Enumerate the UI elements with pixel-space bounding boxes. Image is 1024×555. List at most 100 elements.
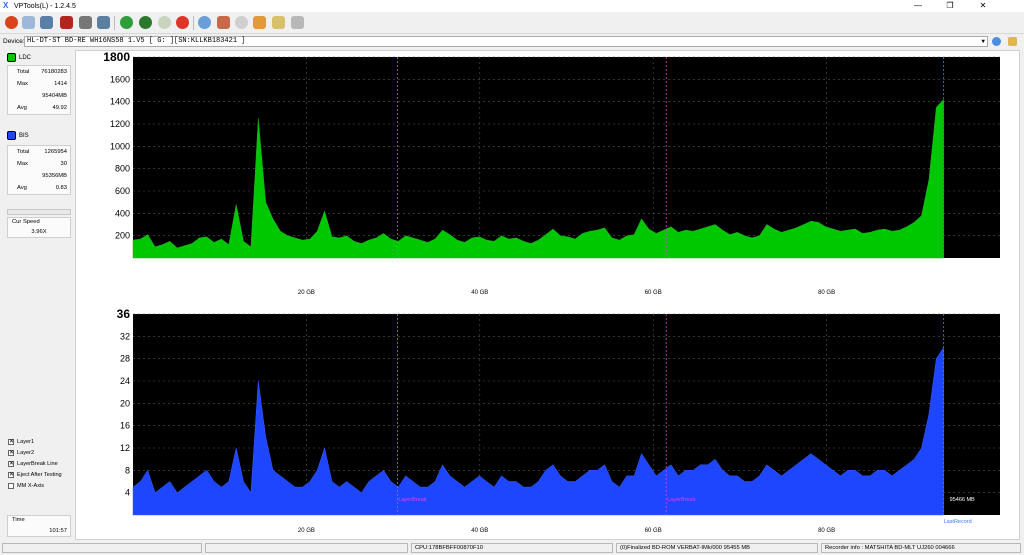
sidebar: LDC Total 76180283 Max 1414 95404MB Avg 49.…	[3, 50, 71, 540]
option-label: MM X-Axis	[17, 483, 45, 489]
x-tick-label: 20 GB	[298, 290, 315, 296]
option-layer2[interactable]: ✕ Layer2	[8, 450, 34, 456]
go-icon[interactable]	[992, 37, 1001, 46]
ldc-size: 95404MB	[42, 93, 67, 99]
bis-stats: Total 1265954 Max 30 95356MB Avg 0.83	[7, 145, 71, 195]
bis-swatch	[7, 131, 16, 140]
ldc-max: 1414	[54, 81, 67, 87]
checkbox[interactable]: ✕	[8, 472, 14, 478]
disc-stack-icon[interactable]	[97, 16, 110, 29]
status-bar: CPU:178BFBFF00870F10 (0)Finalized BD-ROM…	[0, 541, 1024, 555]
y-tick-label: 1200	[110, 119, 130, 129]
close-button[interactable]: ✕	[968, 0, 998, 12]
bis-legend: BIS	[7, 131, 29, 140]
bis-label: BIS	[19, 132, 29, 139]
y-tick-label: 32	[120, 331, 130, 341]
time-box: Time 101:57	[7, 515, 71, 537]
y-tick-label: 1000	[110, 141, 130, 151]
option-label: Layer1	[17, 439, 35, 445]
stat-key: Total	[17, 149, 30, 155]
status-cell-empty	[2, 543, 202, 553]
y-tick-label: 4	[125, 488, 130, 498]
ldc-swatch	[7, 53, 16, 62]
progress-bar	[7, 209, 71, 215]
x-tick-label: 40 GB	[471, 290, 488, 296]
lastrecord-label: LastRecord	[944, 519, 972, 525]
device-value: HL-DT-ST BD-RE WH16NS58 1.V5 [ G: ][SN:K…	[27, 37, 246, 45]
power-icon[interactable]	[5, 16, 18, 29]
export-icon[interactable]	[253, 16, 266, 29]
start-test-icon[interactable]	[139, 16, 152, 29]
y-tick-label: 20	[120, 398, 130, 408]
stat-key: Total	[17, 69, 30, 75]
y-tick-label: 1800	[103, 51, 130, 64]
ldc-legend: LDC	[7, 53, 31, 62]
lock-icon[interactable]	[1008, 37, 1017, 46]
option-layerbreak-line[interactable]: ✕ LayerBreak Line	[8, 461, 58, 467]
device-select[interactable]: HL-DT-ST BD-RE WH16NS58 1.V5 [ G: ][SN:K…	[24, 36, 988, 47]
device-bar: Device: HL-DT-ST BD-RE WH16NS58 1.V5 [ G…	[0, 35, 1024, 48]
speed-label: Cur Speed	[12, 219, 40, 225]
eject-icon[interactable]	[158, 16, 171, 29]
speed-box: Cur Speed 3.96X	[7, 217, 71, 238]
title-bar: X VPTools(L) - 1.2.4.5 — ❐ ✕	[0, 0, 1024, 12]
printer-icon[interactable]	[291, 16, 304, 29]
y-tick-label: 36	[117, 307, 131, 321]
option-mm-x-axis[interactable]: MM X-Axis	[8, 483, 44, 489]
toolbar-separator	[193, 16, 194, 30]
ldc-label: LDC	[19, 54, 32, 61]
x-tick-label: 80 GB	[818, 528, 835, 534]
scan-icon[interactable]	[22, 16, 35, 29]
checkbox[interactable]: ✕	[8, 461, 14, 467]
y-tick-label: 600	[115, 186, 130, 196]
x-tick-label: 40 GB	[471, 528, 488, 534]
y-tick-label: 1600	[110, 74, 130, 84]
bis-total: 1265954	[44, 149, 67, 155]
x-tick-label: 60 GB	[645, 290, 662, 296]
y-tick-label: 16	[120, 421, 130, 431]
print-icon[interactable]	[235, 16, 248, 29]
chart-panel: 200 400 600 800 1000 1200 1400 1600 1800 20 GB 40 …	[75, 50, 1020, 540]
x-tick-label: 60 GB	[645, 528, 662, 534]
layerbreak-label: LayerBreak	[398, 497, 426, 503]
option-eject-after-testing[interactable]: ✕ Eject After Testing	[8, 472, 62, 478]
y-tick-label: 1400	[110, 97, 130, 107]
ldc-stats: Total 76180283 Max 1414 95404MB Avg 49.92	[7, 65, 71, 115]
refresh-icon[interactable]	[120, 16, 133, 29]
disc-drive-icon[interactable]	[79, 16, 92, 29]
stat-key: Avg	[17, 185, 27, 191]
x-tick-label: 80 GB	[818, 290, 835, 296]
app-logo-icon: X	[3, 1, 9, 10]
stat-key: Avg	[17, 105, 27, 111]
checkbox[interactable]	[8, 483, 14, 489]
checkbox[interactable]: ✕	[8, 450, 14, 456]
stop-icon[interactable]	[176, 16, 189, 29]
bis-size: 95356MB	[42, 173, 67, 179]
minimize-button[interactable]: —	[903, 0, 933, 12]
ldc-total: 76180283	[41, 69, 67, 75]
ldc-avg: 49.92	[52, 105, 67, 111]
option-label: Eject After Testing	[17, 472, 62, 478]
option-label: Layer2	[17, 450, 35, 456]
layerbreak-label: LayerBreak	[667, 497, 695, 503]
info-icon[interactable]	[198, 16, 211, 29]
charts-svg: 200 400 600 800 1000 1200 1400 1600 1800 20 GB 40 …	[103, 50, 1000, 534]
book-icon[interactable]	[60, 16, 73, 29]
toolbar	[0, 12, 1024, 34]
bis-max: 30	[60, 161, 67, 167]
checkbox[interactable]: ✕	[8, 439, 14, 445]
drive-icon[interactable]	[40, 16, 53, 29]
device-label: Device:	[3, 38, 25, 45]
status-cell-empty	[205, 543, 408, 553]
chevron-down-icon[interactable]: ▼	[981, 37, 985, 46]
y-tick-label: 12	[120, 443, 130, 453]
settings-icon[interactable]	[272, 16, 285, 29]
hat-icon[interactable]	[217, 16, 230, 29]
y-tick-label: 400	[115, 208, 130, 218]
restore-button[interactable]: ❐	[935, 0, 965, 12]
y-tick-label: 28	[120, 354, 130, 364]
toolbar-separator	[114, 16, 115, 30]
option-layer1[interactable]: ✕ Layer1	[8, 439, 34, 445]
time-value: 101:57	[49, 528, 67, 534]
option-label: LayerBreak Line	[17, 461, 58, 467]
